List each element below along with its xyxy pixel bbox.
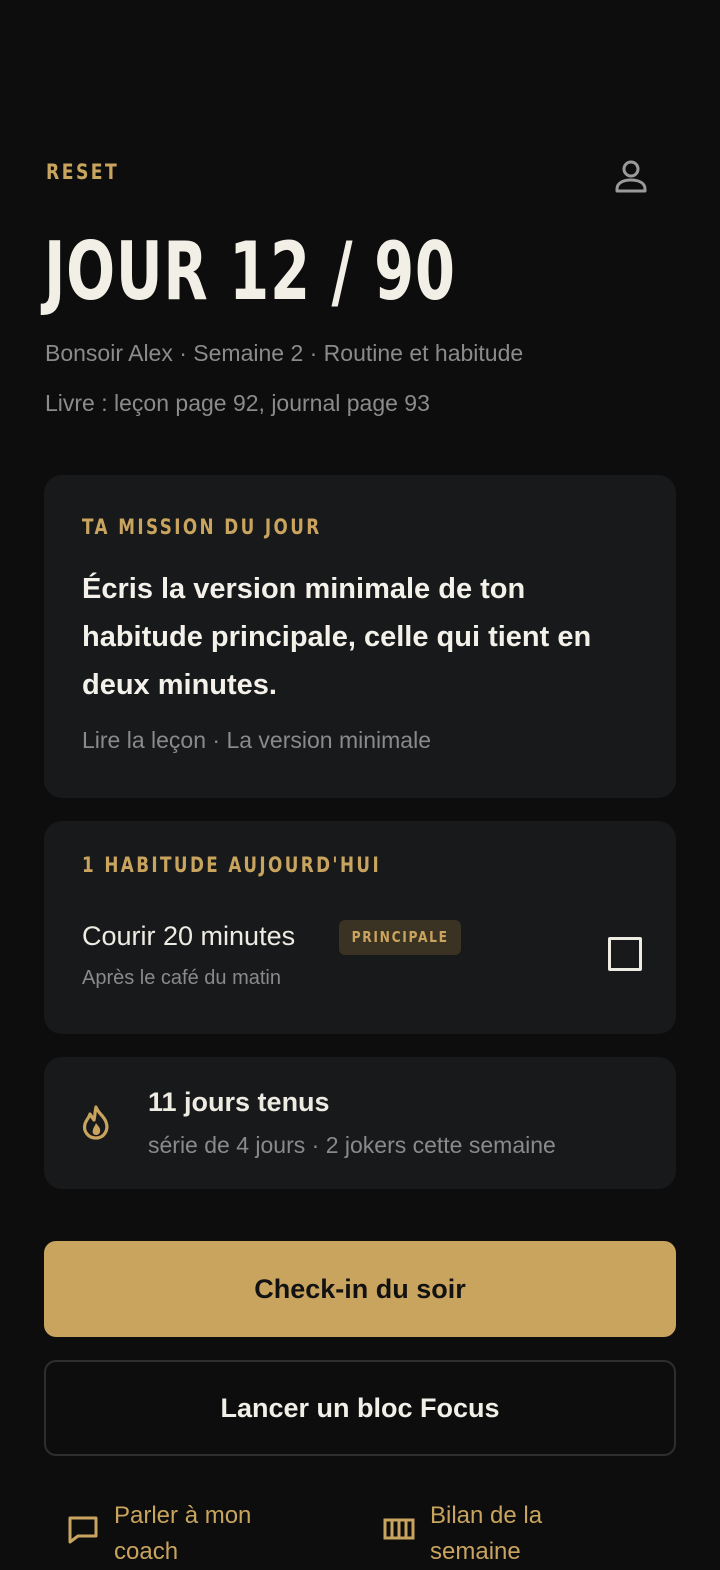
app-name: RESET	[46, 160, 120, 184]
streak-title: 11 jours tenus	[148, 1087, 330, 1117]
mission-card: TA MISSION DU JOUR Écris la version mini…	[44, 475, 676, 798]
lesson-link[interactable]: Lire la leçon · La version minimale	[82, 727, 431, 754]
habits-card: 1 HABITUDE AUJOURD'HUI Courir 20 minutes…	[44, 821, 676, 1034]
chat-icon	[68, 1516, 98, 1544]
streak-subtitle: série de 4 jours · 2 jokers cette semain…	[148, 1132, 556, 1158]
focus-block-button[interactable]: Lancer un bloc Focus	[44, 1360, 676, 1456]
weekly-review-label: Bilan de la semaine	[430, 1502, 543, 1565]
habit-badge: PRINCIPALE	[339, 920, 461, 955]
calendar-columns-icon	[383, 1518, 415, 1540]
day-title: JOUR 12 / 90	[44, 225, 456, 318]
coach-link[interactable]: Parler à mon coach	[66, 1498, 306, 1568]
greeting-line: Bonsoir Alex · Semaine 2 · Routine et ha…	[45, 340, 524, 366]
mission-label: TA MISSION DU JOUR	[82, 515, 322, 539]
habits-label: 1 HABITUDE AUJOURD'HUI	[82, 853, 382, 877]
habit-name: Courir 20 minutes	[82, 921, 296, 951]
weekly-review-link[interactable]: Bilan de la semaine	[382, 1498, 622, 1568]
flame-icon	[82, 1105, 109, 1140]
profile-icon[interactable]	[611, 157, 651, 197]
coach-link-label: Parler à mon coach	[114, 1502, 252, 1565]
evening-checkin-button[interactable]: Check-in du soir	[44, 1241, 676, 1337]
streak-card: 11 jours tenus série de 4 jours · 2 joke…	[44, 1057, 676, 1189]
mission-text: Écris la version minimale de ton habitud…	[82, 573, 592, 701]
book-line: Livre : leçon page 92, journal page 93	[45, 390, 430, 416]
habit-checkbox[interactable]	[608, 937, 642, 971]
habit-description: Après le café du matin	[82, 967, 281, 989]
